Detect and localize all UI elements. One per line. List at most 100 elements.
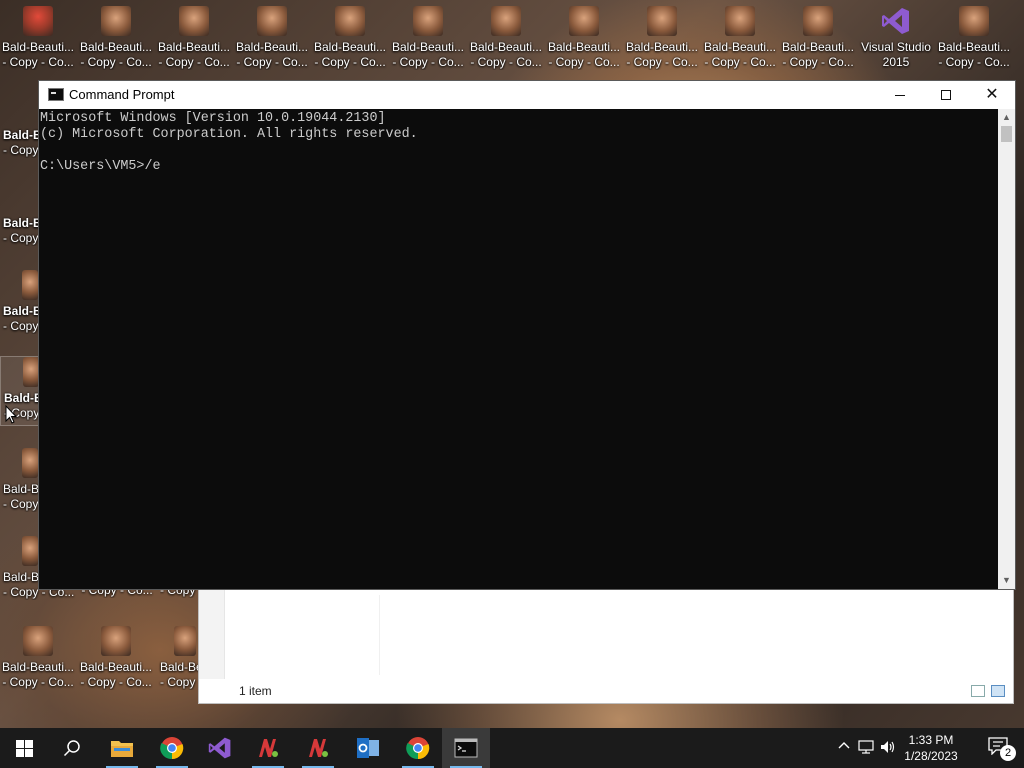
network-icon[interactable]: [858, 740, 874, 757]
image-file-icon: [179, 6, 209, 36]
vertical-scrollbar[interactable]: ▲ ▼: [998, 109, 1015, 589]
icon-label: Bald-B: [3, 482, 40, 496]
maximize-button[interactable]: [923, 81, 969, 109]
icon-label: - Copy - Co...: [782, 55, 854, 69]
volume-icon[interactable]: [880, 740, 896, 757]
desktop-icon[interactable]: Bald-Beauti... - Copy - Co...: [0, 6, 76, 70]
desktop-icon[interactable]: Bald-Beauti... - Copy - Co...: [156, 6, 232, 70]
scroll-down-icon[interactable]: ▼: [998, 572, 1015, 589]
desktop-icon[interactable]: Bald-B - Copy: [0, 448, 40, 512]
desktop-icon[interactable]: Bald-B - Copy: [0, 198, 40, 246]
minimize-icon: [895, 94, 905, 96]
icon-label: Bald-Beauti...: [469, 40, 543, 54]
icon-label: - Copy - Co...: [2, 55, 74, 69]
taskbar-notepad-plus-plus-2[interactable]: [294, 728, 342, 768]
visual-studio-icon: [881, 6, 911, 36]
search-button[interactable]: [48, 728, 96, 768]
icon-label: - Copy: [3, 143, 39, 157]
scroll-up-icon[interactable]: ▲: [998, 109, 1015, 126]
icon-label: - Copy - Co...: [80, 55, 152, 69]
image-file-icon: [335, 6, 365, 36]
visual-studio-shortcut[interactable]: Visual Studio 2015: [858, 6, 934, 70]
image-file-icon: [413, 6, 443, 36]
large-icons-view-icon[interactable]: [991, 685, 1005, 697]
chrome-icon: [160, 737, 184, 760]
icon-label: Bald-B: [3, 216, 40, 230]
icon-label: Bald-B: [3, 304, 40, 318]
console-output[interactable]: Microsoft Windows [Version 10.0.19044.21…: [39, 109, 998, 589]
notepad-plus-plus-icon: [259, 739, 278, 757]
taskbar-file-explorer[interactable]: [98, 728, 146, 768]
image-file-icon: [22, 270, 38, 300]
close-icon: ✕: [985, 86, 999, 103]
taskbar-notepad-plus-plus[interactable]: [244, 728, 292, 768]
image-file-icon: [23, 626, 53, 656]
desktop-icon[interactable]: Bald-Beauti... - Copy - Co...: [0, 626, 76, 690]
status-bar: 1 item: [225, 679, 1013, 703]
notification-count-badge: 2: [1000, 745, 1016, 761]
desktop-icon[interactable]: Bald-B - Copy: [0, 110, 40, 158]
window-title: Command Prompt: [69, 87, 175, 102]
icon-label: - Copy - Co...: [158, 55, 230, 69]
taskbar-command-prompt[interactable]: [442, 728, 490, 768]
action-center-button[interactable]: 2: [988, 737, 1016, 761]
taskbar-chrome[interactable]: [148, 728, 196, 768]
system-tray: 1:33 PM 1/28/2023 2: [824, 728, 1024, 768]
icon-label: - Copy - Co...: [236, 55, 308, 69]
icon-label: Bald-Beauti...: [79, 660, 153, 674]
icon-label: Bald-Beauti...: [79, 40, 153, 54]
file-explorer-window[interactable]: 1 item: [198, 588, 1014, 704]
icon-label: - Copy: [3, 231, 39, 245]
mouse-cursor-icon: [5, 405, 17, 424]
clock[interactable]: 1:33 PM 1/28/2023: [896, 732, 966, 764]
desktop-icon[interactable]: Bald-Beauti... - Copy - Co...: [546, 6, 622, 70]
desktop-icon[interactable]: Bald-Beauti... - Copy - Co...: [936, 6, 1012, 70]
desktop-icon[interactable]: Bald-Beauti... - Copy - Co...: [468, 6, 544, 70]
view-toggle: [971, 685, 1005, 697]
start-button[interactable]: [0, 728, 48, 768]
navigation-pane[interactable]: [199, 589, 225, 679]
desktop-icon[interactable]: Bald-Beauti... - Copy - Co...: [312, 6, 388, 70]
icon-label: - Copy - Co...: [80, 675, 152, 689]
desktop-icon[interactable]: Bald-Be - Copy: [156, 626, 198, 690]
console-line: (c) Microsoft Corporation. All rights re…: [40, 127, 418, 142]
clock-date: 1/28/2023: [904, 749, 958, 763]
image-file-icon: [959, 6, 989, 36]
icon-label: - Copy - Co...: [548, 55, 620, 69]
desktop-icon[interactable]: Bald-Beauti... - Copy - Co...: [780, 6, 856, 70]
image-file-icon: [569, 6, 599, 36]
image-file-icon: [725, 6, 755, 36]
icon-label: Bald-Beauti...: [547, 40, 621, 54]
desktop-icon[interactable]: Bald-Beauti... - Copy - Co...: [390, 6, 466, 70]
icon-label: Bald-B: [4, 391, 39, 405]
icon-label: Bald-Beauti...: [625, 40, 699, 54]
desktop-icon[interactable]: Bald-Beauti... - Copy - Co...: [78, 6, 154, 70]
taskbar-chrome-2[interactable]: [394, 728, 442, 768]
desktop-icon[interactable]: Bald-Beauti... - Copy - Co...: [234, 6, 310, 70]
command-prompt-icon: [48, 88, 64, 101]
details-view-icon[interactable]: [971, 685, 985, 697]
show-hidden-icons-icon[interactable]: [838, 740, 850, 755]
visual-studio-icon: [208, 737, 231, 759]
desktop-icon[interactable]: Bald-B - Copy: [0, 270, 40, 334]
icon-label: Bald-Beauti...: [313, 40, 387, 54]
file-explorer-icon: [111, 741, 133, 757]
icon-label: Bald-Beauti...: [157, 40, 231, 54]
taskbar-outlook[interactable]: [344, 728, 392, 768]
minimize-button[interactable]: [877, 81, 923, 109]
image-file-icon: [491, 6, 521, 36]
search-icon: [63, 740, 80, 757]
icon-label: - Copy - Co...: [314, 55, 386, 69]
desktop-icon[interactable]: Bald-Beauti... - Copy - Co...: [702, 6, 778, 70]
window-titlebar[interactable]: Command Prompt ✕: [39, 81, 1015, 109]
desktop-icon[interactable]: Bald-Beauti... - Copy - Co...: [624, 6, 700, 70]
taskbar-visual-studio[interactable]: [196, 728, 244, 768]
command-prompt-window[interactable]: Command Prompt ✕ Microsoft Windows [Vers…: [38, 80, 1016, 590]
scroll-thumb[interactable]: [1001, 126, 1012, 142]
image-file-icon: [22, 536, 38, 566]
image-file-icon: [803, 6, 833, 36]
icon-label: Bald-Beauti...: [391, 40, 465, 54]
close-button[interactable]: ✕: [969, 81, 1015, 109]
image-file-icon: [257, 6, 287, 36]
desktop-icon[interactable]: Bald-Beauti... - Copy - Co...: [78, 626, 154, 690]
